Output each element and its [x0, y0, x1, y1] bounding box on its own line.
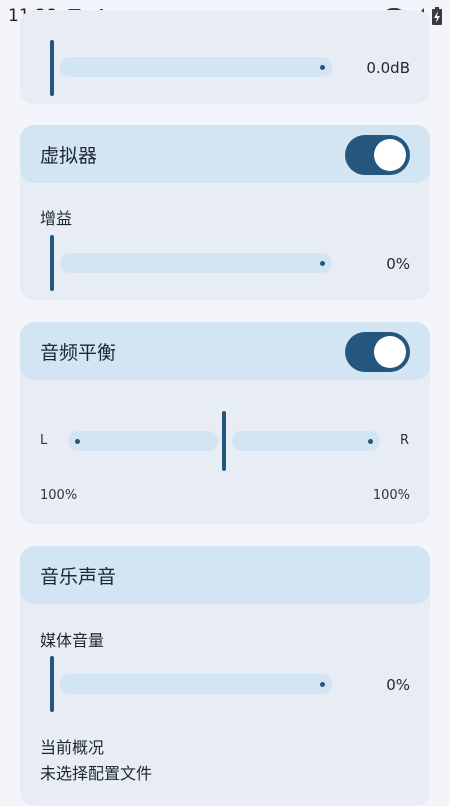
virtualizer-card: 虚拟器 增益 0%: [20, 125, 430, 300]
battery-icon: [432, 7, 442, 25]
volume-slider-end-dot: [320, 65, 325, 70]
volume-slider-thumb[interactable]: [50, 40, 54, 96]
audio-balance-toggle[interactable]: [345, 332, 410, 372]
profile-label: 当前概况: [40, 738, 105, 757]
gain-slider-track[interactable]: [60, 253, 332, 273]
media-volume-slider-track[interactable]: [60, 674, 332, 694]
balance-slider-left-dot: [75, 439, 80, 444]
gain-slider-end-dot: [320, 261, 325, 266]
virtualizer-header: 虚拟器: [20, 125, 430, 183]
balance-slider-track-right[interactable]: [232, 431, 380, 451]
virtualizer-title: 虚拟器: [40, 145, 98, 167]
volume-value: 0.0dB: [366, 59, 410, 77]
audio-balance-header: 音频平衡: [20, 322, 430, 380]
audio-balance-toggle-knob: [374, 336, 406, 368]
left-balance-value: 100%: [40, 488, 78, 503]
right-balance-value: 100%: [372, 488, 410, 503]
right-channel-label: R: [400, 433, 410, 448]
music-sound-card: 音乐声音 媒体音量 0% 当前概况 未选择配置文件: [20, 546, 430, 806]
balance-slider-right-dot: [368, 439, 373, 444]
balance-slider-thumb[interactable]: [222, 411, 226, 471]
virtualizer-toggle-knob: [374, 139, 406, 171]
gain-label: 增益: [40, 209, 73, 228]
profile-value[interactable]: 未选择配置文件: [40, 760, 152, 784]
audio-balance-title: 音频平衡: [40, 342, 117, 364]
media-volume-slider-end-dot: [320, 682, 325, 687]
gain-slider-thumb[interactable]: [50, 235, 54, 291]
left-channel-label: L: [40, 433, 48, 448]
media-volume-label: 媒体音量: [40, 631, 105, 650]
media-volume-value: 0%: [386, 676, 410, 694]
media-volume-slider-thumb[interactable]: [50, 656, 54, 712]
audio-balance-card: 音频平衡 L R 100% 100%: [20, 322, 430, 524]
music-sound-header: 音乐声音: [20, 546, 430, 604]
balance-slider-track-left[interactable]: [68, 431, 218, 451]
gain-value: 0%: [386, 255, 410, 273]
volume-card: 0.0dB: [20, 10, 430, 104]
virtualizer-toggle[interactable]: [345, 135, 410, 175]
volume-slider-track[interactable]: [60, 57, 332, 77]
music-sound-title: 音乐声音: [40, 566, 117, 588]
